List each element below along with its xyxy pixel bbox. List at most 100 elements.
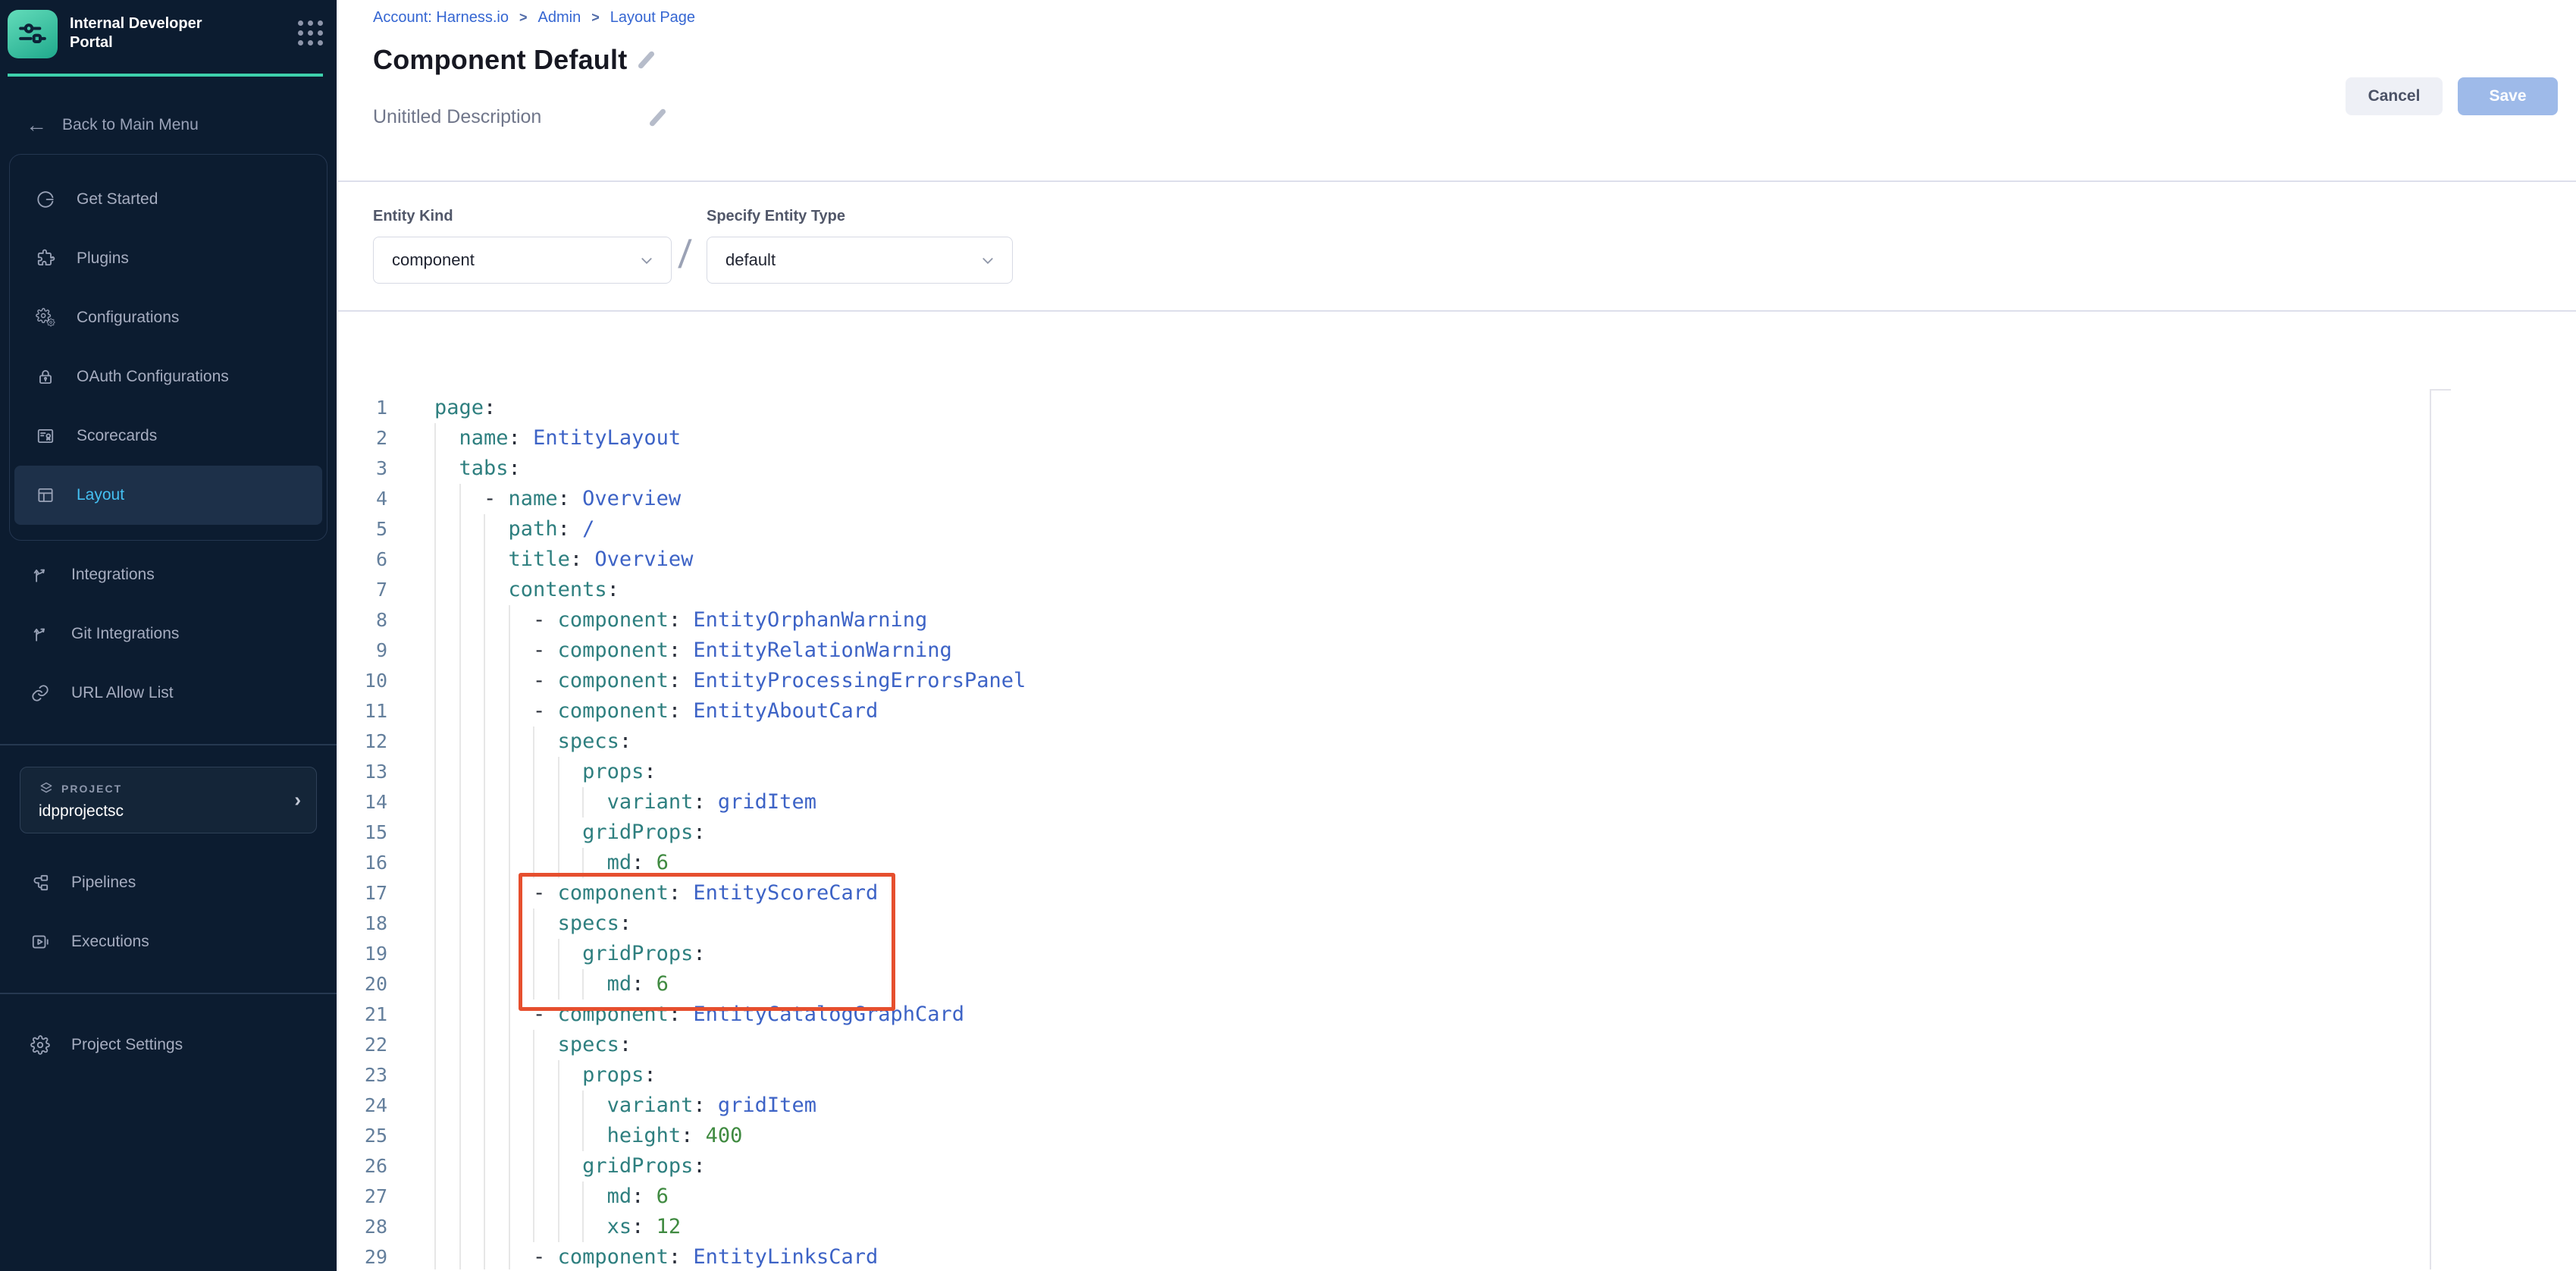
indent-guide (434, 878, 436, 909)
cancel-button[interactable]: Cancel (2346, 77, 2443, 115)
idp-logo-icon (17, 19, 48, 49)
sidebar-item-label: Integrations (71, 566, 155, 584)
line-number: 21 (338, 1000, 434, 1030)
indent-guide (509, 1000, 510, 1030)
sidebar: Internal Developer Portal ← Back to Main… (0, 0, 337, 1271)
sidebar-header: Internal Developer Portal (0, 0, 337, 77)
entity-kind-select[interactable]: component (373, 237, 672, 284)
indent-guide (484, 909, 485, 939)
code-line: 12 specs: (338, 727, 2576, 757)
breadcrumb-link[interactable]: Admin (538, 9, 581, 27)
module-grid-icon[interactable] (298, 20, 323, 46)
sidebar-item-oauth-configurations[interactable]: OAuth Configurations (14, 347, 322, 406)
sidebar-divider (0, 744, 337, 745)
indent-guide (459, 544, 461, 575)
sidebar-item-pipelines[interactable]: Pipelines (9, 853, 327, 912)
sidebar-item-scorecards[interactable]: Scorecards (14, 406, 322, 466)
indent-guide (509, 878, 510, 909)
indent-guide (558, 1182, 559, 1212)
indent-guide (459, 878, 461, 909)
code-line: 2 name: EntityLayout (338, 423, 2576, 453)
edit-description-pencil-icon[interactable] (649, 108, 667, 127)
sidebar-item-plugins[interactable]: Plugins (14, 229, 322, 288)
indent-guide (434, 909, 436, 939)
sidebar-nav-primary: Get StartedPlugins Configurations OAuth Co… (9, 154, 327, 541)
yaml-code-editor[interactable]: 1page:2 name: EntityLayout3 tabs:4 - nam… (338, 312, 2576, 1269)
sidebar-nav-tertiary: PipelinesExecutions (9, 853, 327, 971)
sidebar-item-layout[interactable]: Layout (14, 466, 322, 525)
sidebar-item-integrations[interactable]: Integrations (9, 545, 327, 604)
indent-guide (484, 1121, 485, 1151)
sidebar-item-project-settings[interactable]: Project Settings (9, 1015, 327, 1075)
code-line: 1page: (338, 393, 2576, 423)
indent-guide (459, 1030, 461, 1060)
sidebar-item-executions[interactable]: Executions (9, 912, 327, 971)
indent-guide (509, 909, 510, 939)
gear-icon (30, 1035, 50, 1055)
breadcrumb-link[interactable]: Account: Harness.io (373, 9, 509, 27)
indent-guide (533, 969, 534, 1000)
code-line: 16 md: 6 (338, 848, 2576, 878)
code-line-text: - component: EntityAboutCard (434, 696, 2576, 727)
sidebar-item-label: Layout (77, 486, 124, 504)
indent-guide (434, 1182, 436, 1212)
indent-guide (434, 1151, 436, 1182)
layers-icon (39, 781, 54, 796)
indent-guide (558, 757, 559, 787)
edit-title-pencil-icon[interactable] (638, 50, 656, 69)
indent-guide (484, 787, 485, 818)
indent-guide (434, 544, 436, 575)
breadcrumb-link[interactable]: Layout Page (610, 9, 695, 27)
indent-guide (509, 818, 510, 848)
sidebar-item-label: Configurations (77, 309, 179, 327)
sidebar-item-git-integrations[interactable]: Git Integrations (9, 604, 327, 664)
project-selector[interactable]: PROJECT idpprojectsc › (20, 767, 317, 833)
indent-guide (459, 1121, 461, 1151)
pipeline-icon (30, 873, 50, 893)
editor-scrollbar[interactable] (2430, 389, 2451, 1269)
breadcrumb-separator: > (519, 10, 528, 26)
line-number: 12 (338, 727, 434, 757)
indent-guide (533, 757, 534, 787)
code-line: 9 - component: EntityRelationWarning (338, 636, 2576, 666)
indent-guide (582, 1182, 584, 1212)
code-line: 27 md: 6 (338, 1182, 2576, 1212)
indent-guide (434, 575, 436, 605)
back-to-main-menu[interactable]: ← Back to Main Menu (26, 116, 337, 134)
code-line-text: xs: 12 (434, 1212, 2576, 1242)
line-number: 11 (338, 696, 434, 727)
sidebar-item-url-allow-list[interactable]: URL Allow List (9, 664, 327, 723)
get-started-icon (36, 190, 55, 209)
indent-guide (582, 1091, 584, 1121)
line-number: 9 (338, 636, 434, 666)
indent-guide (484, 636, 485, 666)
indent-guide (509, 1151, 510, 1182)
indent-guide (459, 1151, 461, 1182)
code-line-text: name: EntityLayout (434, 423, 2576, 453)
sidebar-nav-secondary: Integrations Git IntegrationsURL Allow Li… (9, 545, 327, 723)
indent-guide (484, 727, 485, 757)
indent-guide (484, 1060, 485, 1091)
indent-guide (434, 818, 436, 848)
indent-guide (484, 1182, 485, 1212)
indent-guide (434, 787, 436, 818)
code-line: 10 - component: EntityProcessingErrorsPa… (338, 666, 2576, 696)
indent-guide (434, 1060, 436, 1091)
indent-guide (509, 1030, 510, 1060)
indent-guide (484, 1091, 485, 1121)
entity-type-value: default (725, 250, 776, 270)
sidebar-item-get-started[interactable]: Get Started (14, 170, 322, 229)
save-button[interactable]: Save (2458, 77, 2558, 115)
breadcrumb: Account: Harness.io > Admin > Layout Page (373, 9, 695, 27)
code-line: 13 props: (338, 757, 2576, 787)
entity-type-select[interactable]: default (707, 237, 1013, 284)
indent-guide (484, 1242, 485, 1269)
breadcrumb-separator: > (591, 10, 600, 26)
line-number: 29 (338, 1242, 434, 1269)
back-label: Back to Main Menu (62, 116, 199, 134)
indent-guide (434, 939, 436, 969)
sidebar-item-configurations[interactable]: Configurations (14, 288, 322, 347)
code-line: 7 contents: (338, 575, 2576, 605)
sidebar-item-label: Scorecards (77, 427, 157, 445)
indent-guide (533, 1091, 534, 1121)
